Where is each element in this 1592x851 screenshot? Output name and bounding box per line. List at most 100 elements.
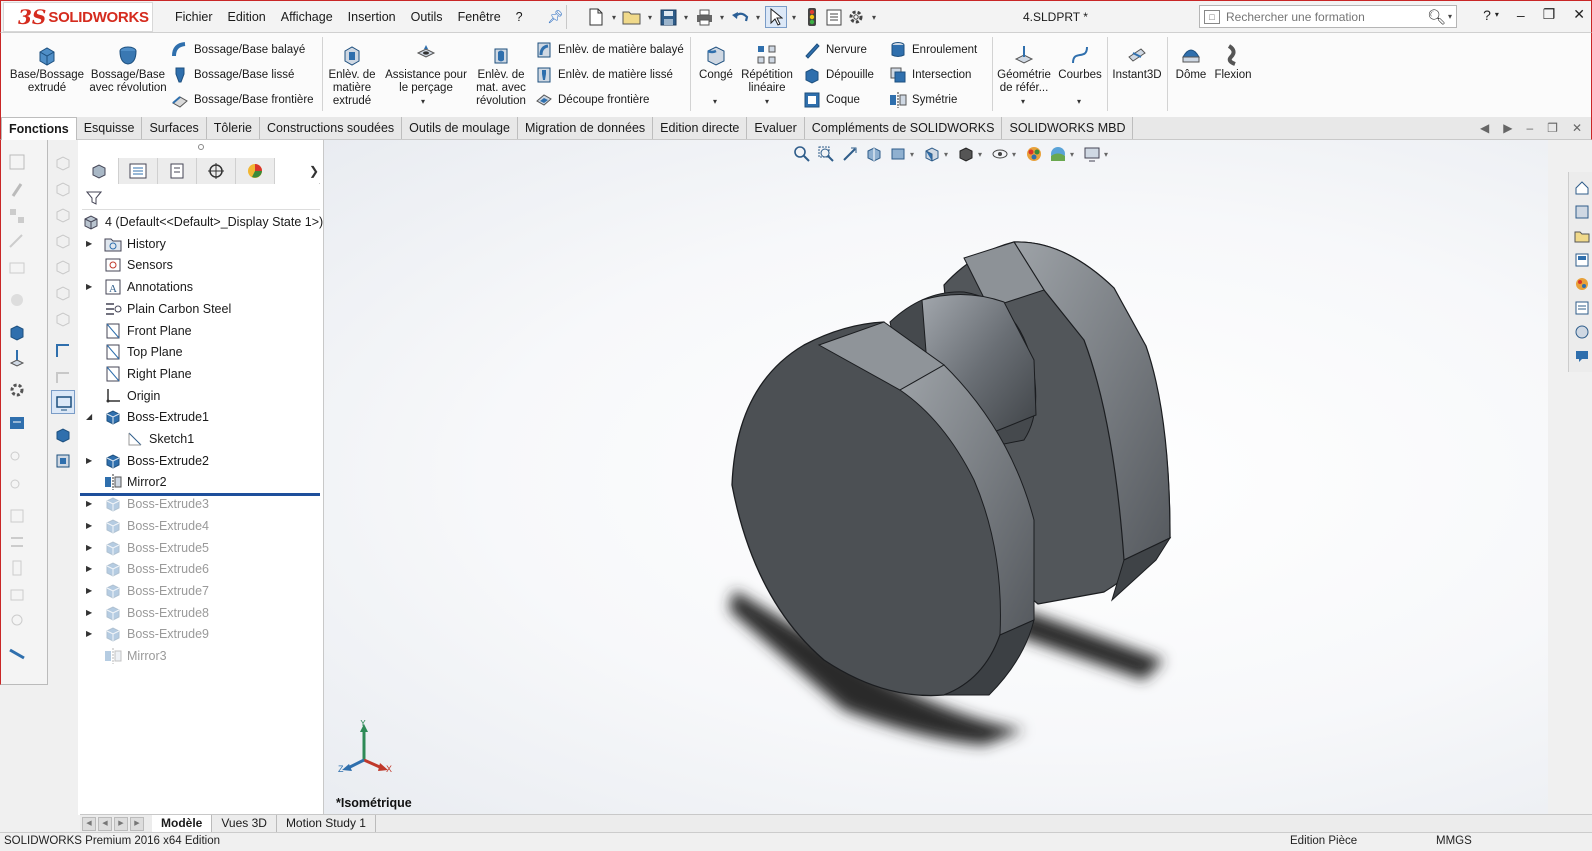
- help-dropdown-icon[interactable]: ▾: [1495, 10, 1499, 19]
- extruded-boss-button[interactable]: Base/Bossage extrudé: [10, 43, 84, 95]
- menu-help[interactable]: ?: [516, 10, 523, 24]
- collapse-arrow-icon[interactable]: ◢: [86, 412, 92, 421]
- menu-affichage[interactable]: Affichage: [281, 10, 333, 24]
- close-button[interactable]: ✕: [1573, 6, 1585, 23]
- displaymanager-tab[interactable]: [236, 158, 275, 184]
- rollback-bar[interactable]: [80, 493, 320, 496]
- reference-quick-icon[interactable]: [7, 348, 27, 368]
- expand-arrow-icon[interactable]: ▶: [86, 499, 92, 508]
- tree-item-boss-extrude3[interactable]: ▶ Boss-Extrude3: [86, 493, 209, 514]
- tree-item-right-plane[interactable]: Right Plane: [104, 363, 192, 384]
- flex-button[interactable]: Flexion: [1213, 43, 1253, 82]
- disabled-tool-1-icon[interactable]: [7, 446, 27, 466]
- print-dropdown-icon[interactable]: ▾: [715, 13, 729, 22]
- options-dropdown-icon[interactable]: ▾: [867, 13, 881, 22]
- options-gear-icon[interactable]: [845, 6, 867, 28]
- swept-cut-button[interactable]: Enlèv. de matière balayé: [535, 41, 684, 59]
- fillet-dropdown-icon[interactable]: ▾: [713, 97, 717, 106]
- reference-geometry-button[interactable]: Géométrie de référ...: [995, 43, 1053, 95]
- expand-arrow-icon[interactable]: ▶: [86, 608, 92, 617]
- save-icon[interactable]: [657, 6, 679, 28]
- search-icon[interactable]: 🔍︎: [1427, 8, 1448, 26]
- menu-edition[interactable]: Edition: [228, 10, 266, 24]
- status-units[interactable]: MMGS: [1436, 835, 1472, 847]
- restore-button[interactable]: ❐: [1543, 6, 1556, 23]
- tabs-expand-icon[interactable]: ❯: [275, 158, 319, 184]
- last-tab-icon[interactable]: ▶: [130, 816, 144, 831]
- tree-item-boss-extrude5[interactable]: ▶ Boss-Extrude5: [86, 537, 209, 558]
- file-properties-icon[interactable]: [823, 6, 845, 28]
- tree-item-sketch1[interactable]: Sketch1: [126, 428, 194, 449]
- configurationmanager-tab[interactable]: [158, 158, 197, 184]
- expand-arrow-icon[interactable]: ▶: [86, 239, 92, 248]
- expand-arrow-icon[interactable]: ▶: [86, 521, 92, 530]
- expand-arrow-icon[interactable]: ▶: [86, 586, 92, 595]
- curves-dropdown-icon[interactable]: ▾: [1077, 97, 1081, 106]
- doc-minimize-button[interactable]: –: [1526, 121, 1533, 135]
- wrap-button[interactable]: Enroulement: [889, 41, 977, 59]
- instant3d-button[interactable]: Instant3D: [1111, 43, 1163, 82]
- doc-restore-button[interactable]: ❐: [1547, 121, 1558, 135]
- part-model[interactable]: [324, 140, 1548, 815]
- tree-item-mirror2[interactable]: Mirror2: [104, 471, 167, 492]
- sketch-relation-icon[interactable]: [7, 258, 27, 278]
- cube-view-3-icon[interactable]: [54, 206, 72, 224]
- cube-view-6-icon[interactable]: [54, 284, 72, 302]
- view-palette-icon[interactable]: [1574, 252, 1590, 268]
- rib-button[interactable]: Nervure: [803, 41, 867, 59]
- tree-item-mirror3[interactable]: Mirror3: [104, 645, 167, 666]
- tree-item-boss-extrude9[interactable]: ▶ Boss-Extrude9: [86, 623, 209, 644]
- cut-quick-icon[interactable]: [54, 452, 72, 470]
- reference-geometry-dropdown-icon[interactable]: ▾: [1021, 97, 1025, 106]
- shell-button[interactable]: Coque: [803, 91, 860, 109]
- tree-item-origin[interactable]: Origin: [104, 385, 160, 406]
- tree-item-front-plane[interactable]: Front Plane: [104, 320, 192, 341]
- tree-filter[interactable]: [82, 188, 320, 210]
- cube-view-7-icon[interactable]: [54, 310, 72, 328]
- file-explorer-icon[interactable]: [1574, 228, 1590, 244]
- disabled-tool-3-icon[interactable]: [7, 506, 27, 526]
- search-scope-icon[interactable]: □: [1204, 9, 1220, 24]
- boss-quick-icon[interactable]: [7, 322, 27, 342]
- evaluate-quick-icon[interactable]: [7, 414, 27, 434]
- measure-quick-icon[interactable]: [7, 644, 27, 664]
- linear-pattern-button[interactable]: Répétition linéaire: [741, 43, 793, 95]
- tree-item-boss-extrude6[interactable]: ▶ Boss-Extrude6: [86, 558, 209, 579]
- tree-item-boss-extrude1[interactable]: ◢ Boss-Extrude1: [86, 406, 209, 427]
- expand-arrow-icon[interactable]: ▶: [86, 543, 92, 552]
- disabled-tool-5-icon[interactable]: [7, 558, 27, 578]
- boundary-boss-button[interactable]: Bossage/Base frontière: [171, 91, 314, 109]
- tab-complements[interactable]: Compléments de SOLIDWORKS: [804, 117, 1003, 139]
- featuremanager-tab[interactable]: [80, 158, 119, 184]
- rebuild-traffic-light-icon[interactable]: [801, 6, 823, 28]
- open-dropdown-icon[interactable]: ▾: [643, 13, 657, 22]
- mirror-button[interactable]: Symétrie: [889, 91, 957, 109]
- swept-boss-button[interactable]: Bossage/Base balayé: [171, 41, 305, 59]
- sketch-tool-icon[interactable]: [7, 152, 27, 172]
- hole-wizard-dropdown-icon[interactable]: ▾: [421, 97, 425, 106]
- disabled-tool-7-icon[interactable]: [7, 610, 27, 630]
- forum-icon[interactable]: [1574, 348, 1590, 364]
- tab-mbd[interactable]: SOLIDWORKS MBD: [1002, 117, 1134, 139]
- draft-button[interactable]: Dépouille: [803, 66, 874, 84]
- tree-item-top-plane[interactable]: Top Plane: [104, 341, 183, 362]
- menu-outils[interactable]: Outils: [411, 10, 443, 24]
- home-icon[interactable]: [1574, 180, 1590, 196]
- revolved-cut-button[interactable]: Enlèv. de mat. avec révolution: [473, 43, 529, 108]
- tree-item-sensors[interactable]: Sensors: [104, 254, 173, 275]
- display-active-icon[interactable]: [51, 390, 75, 414]
- solidworks-logo[interactable]: 3S SOLIDWORKS: [3, 2, 153, 32]
- tree-item-plain-carbon-steel[interactable]: Plain Carbon Steel: [104, 298, 231, 319]
- pattern-dropdown-icon[interactable]: ▾: [765, 97, 769, 106]
- cube-view-4-icon[interactable]: [54, 232, 72, 250]
- save-dropdown-icon[interactable]: ▾: [679, 13, 693, 22]
- open-folder-icon[interactable]: [621, 6, 643, 28]
- next-doc-icon[interactable]: ▶︎: [1503, 121, 1512, 135]
- boundary-cut-button[interactable]: Découpe frontière: [535, 91, 649, 109]
- undo-icon[interactable]: [729, 6, 751, 28]
- intersect-button[interactable]: Intersection: [889, 66, 971, 84]
- dome-button[interactable]: Dôme: [1173, 43, 1209, 82]
- tree-item-history[interactable]: ▶ History: [86, 233, 166, 254]
- cube-view-2-icon[interactable]: [54, 180, 72, 198]
- search-box[interactable]: □ 🔍︎ ▾: [1199, 5, 1457, 28]
